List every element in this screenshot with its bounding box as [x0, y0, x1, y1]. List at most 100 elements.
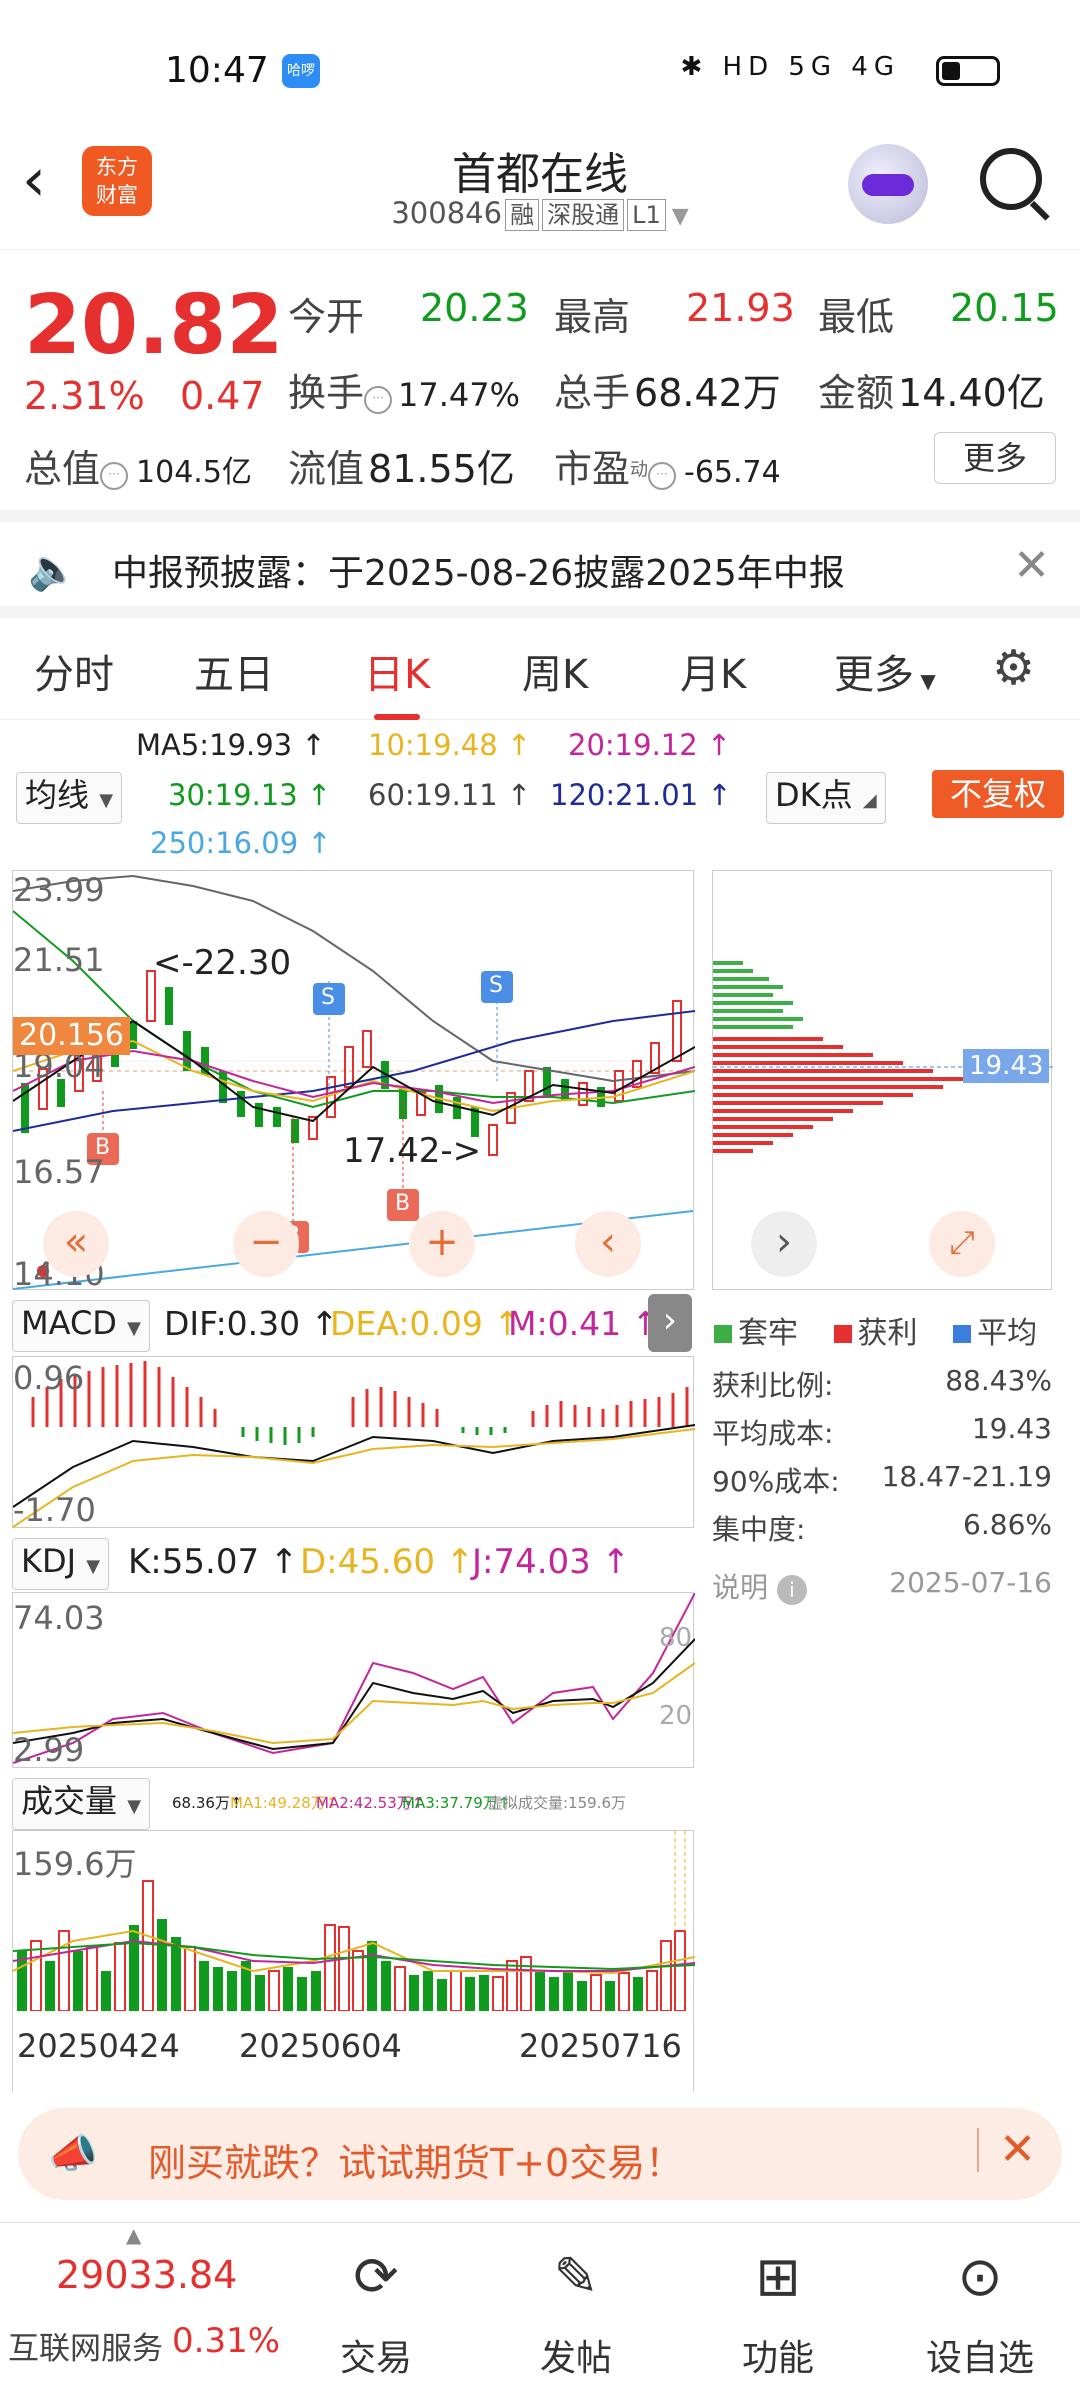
more-button[interactable]: 更多 [934, 432, 1056, 484]
megaphone-icon: 📣 [48, 2131, 98, 2177]
ma20-text: 20:19.12 [568, 728, 698, 762]
more-dots-icon: ⊙ [957, 2245, 1003, 2308]
dk-select[interactable]: DK点 ◢ [766, 772, 886, 824]
search-icon[interactable] [980, 148, 1042, 210]
note-label[interactable]: 说明 [712, 1571, 768, 1604]
high-value-text: 21.93 [686, 286, 795, 330]
ma10-text: 10:19.48 [368, 728, 498, 762]
index-name[interactable]: 互联网服务 [8, 2323, 163, 2368]
gear-icon[interactable]: ⚙ [992, 640, 1035, 696]
chevron-up-icon[interactable]: ▲ [126, 2223, 141, 2247]
adjust-button[interactable]: 不复权 [932, 770, 1064, 818]
indicator-select-kdj[interactable]: KDJ ▼ [12, 1538, 110, 1590]
turnover-cell[interactable]: 换手 ··· 17.47% [288, 362, 520, 417]
chip-distribution-chart[interactable]: 19.43 › ⤢ [712, 870, 1053, 1290]
stat-label: 获利比例: [712, 1369, 834, 1402]
macd-select-label: MACD [21, 1304, 117, 1342]
change-amount: 0.47 [180, 374, 265, 418]
close-icon[interactable]: ✕ [977, 2128, 1036, 2172]
tag-level[interactable]: L1 [627, 199, 666, 231]
nav-function[interactable]: ⊞ 功能 [708, 2237, 848, 2381]
close-icon[interactable]: ✕ [1013, 540, 1050, 591]
y-label-2: 21.51 [13, 941, 105, 979]
chip-stat-row: 平均成本: 19.43 [712, 1412, 1052, 1452]
zoom-in-icon[interactable]: + [409, 1211, 475, 1277]
ad-banner[interactable]: 📣 刚买就跌？试试期货T+0交易！ ✕ [18, 2108, 1062, 2200]
avg-cost-tag: 19.43 [963, 1049, 1050, 1083]
date-label-3: 20250716 [519, 2027, 682, 2065]
indicator-select-volume[interactable]: 成交量 ▼ [12, 1778, 151, 1830]
low-label: 最低 [818, 295, 895, 339]
kdj-select-label: KDJ [21, 1542, 77, 1580]
ad-text[interactable]: 刚买就跌？试试期货T+0交易！ [148, 2132, 683, 2187]
indicator-select-ma[interactable]: 均线 ▼ [16, 772, 123, 824]
y-label-top: 23.99 [13, 871, 105, 909]
volume-cell: 总手 68.42万 [554, 362, 781, 417]
kdj-chart[interactable]: 74.03 2.99 80 20 [12, 1592, 696, 1769]
info-icon[interactable]: i [776, 1575, 807, 1605]
notice-bar[interactable]: 🔈 中报预披露：于2025-08-26披露2025年中报 ✕ [0, 510, 1080, 618]
k-line [12, 1638, 696, 1751]
vol-y-top: 159.6万 [13, 1845, 137, 1883]
kdj-y-top: 74.03 [13, 1599, 105, 1637]
tab-more[interactable]: 更多 ▼ [834, 642, 936, 700]
macd-svg [12, 1361, 696, 1528]
status-bar: 10:47 哈啰 ✱ HD 5G 4G [0, 0, 1080, 140]
nav-function-label: 功能 [741, 2338, 814, 2379]
nav-post[interactable]: ✎ 发帖 [506, 2237, 646, 2381]
low-value-text: 20.15 [950, 286, 1059, 330]
chip-stat-row: 获利比例: 88.43% [712, 1364, 1052, 1404]
vol-ma1-text: MA1:49.28万 [230, 1794, 326, 1812]
stat-label: 集中度: [712, 1513, 806, 1546]
dif-text: DIF:0.30 [164, 1304, 301, 1343]
index-value[interactable]: 29033.84 [56, 2253, 237, 2297]
tab-daily-k[interactable]: 日K [364, 642, 430, 720]
amount-label: 金额 [818, 371, 895, 415]
chevron-down-icon: ▼ [127, 1796, 142, 1817]
kline-chart[interactable]: 23.99 21.51 19.04 16.57 14.10 20.156 <-2… [12, 870, 696, 1293]
info-dots-icon[interactable]: ··· [648, 462, 677, 490]
dea-text: DEA:0.09 [330, 1304, 483, 1343]
chip-date: 2025-07-16 [889, 1566, 1052, 1599]
tab-intraday[interactable]: 分时 [34, 642, 114, 700]
tab-five-day[interactable]: 五日 [194, 642, 274, 700]
vol-virtual: 虚拟成交量:159.6万 [488, 1794, 626, 1812]
chevron-left-icon[interactable]: ‹ [575, 1211, 641, 1277]
zoom-out-icon[interactable]: − [233, 1211, 299, 1277]
battery-icon [936, 56, 1000, 86]
tab-weekly-k[interactable]: 周K [522, 642, 588, 700]
info-dots-icon[interactable]: ··· [100, 462, 129, 490]
dk-label: DK点 [775, 776, 853, 814]
k-label: K:55.07 ↑ [128, 1542, 299, 1582]
chip-note-row[interactable]: 说明 i 2025-07-16 [712, 1566, 1052, 1606]
low-annotation: 17.42-> [343, 1131, 482, 1171]
chevron-down-icon: ▼ [86, 1556, 101, 1577]
ma60-text: 60:19.11 [368, 778, 498, 812]
notice-text[interactable]: 中报预披露：于2025-08-26披露2025年中报 [112, 544, 845, 596]
assistant-avatar[interactable] [848, 144, 928, 224]
candles [21, 970, 682, 1156]
indicator-select-macd[interactable]: MACD ▼ [12, 1300, 150, 1352]
last-price: 20.82 [24, 278, 284, 373]
tab-monthly-k[interactable]: 月K [680, 642, 746, 700]
chevron-right-icon[interactable]: › [648, 1294, 692, 1352]
ma5-text: MA5:19.93 [136, 728, 293, 762]
nav-add-watchlist[interactable]: ⊙ 设自选 [910, 2237, 1050, 2381]
mktcap-value: 104.5亿 [136, 455, 252, 490]
trade-icon: ⟳ [353, 2245, 399, 2308]
amount-value: 14.40亿 [898, 371, 1045, 415]
float-cell: 流值 81.55亿 [288, 438, 515, 493]
volume-chart[interactable]: 159.6万 20250424 20250604 20250716 [12, 1830, 696, 2092]
rewind-icon[interactable]: « [43, 1211, 109, 1277]
info-dots-icon[interactable]: ··· [364, 386, 393, 414]
chevron-down-icon[interactable]: ▼ [672, 204, 689, 229]
macd-y-bottom: -1.70 [13, 1491, 96, 1529]
chevron-right-icon[interactable]: › [751, 1211, 817, 1277]
nav-trade[interactable]: ⟳ 交易 [306, 2237, 446, 2381]
volume-label: 总手 [554, 371, 631, 415]
mktcap-cell[interactable]: 总值 ··· 104.5亿 [24, 438, 252, 493]
legend-swatch-profit [833, 1325, 852, 1343]
macd-chart[interactable]: 0.96 -1.70 [12, 1356, 696, 1529]
pe-cell[interactable]: 市盈动 ··· -65.74 [554, 438, 781, 493]
expand-icon[interactable]: ⤢ [929, 1211, 995, 1277]
